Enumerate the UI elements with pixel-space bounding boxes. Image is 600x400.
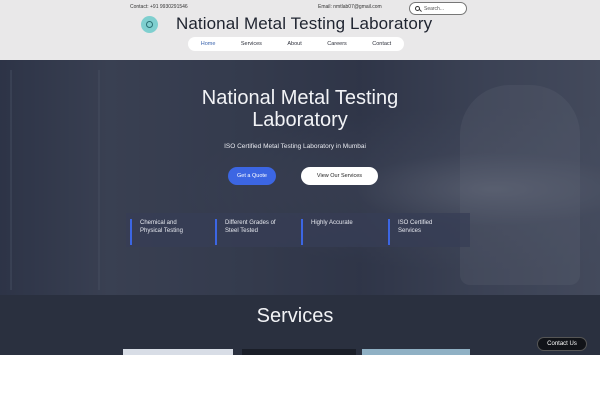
feature-line: Steel Tested (225, 228, 258, 234)
logo-mark (146, 21, 153, 28)
site-header: Contact: +91 9930291546 Email: nmtlab07@… (0, 0, 600, 60)
main-nav: Home Services About Careers Contact (188, 37, 404, 51)
feature-line: Chemical and (140, 220, 177, 226)
service-card-image[interactable] (242, 349, 356, 355)
hero-title-line2: Laboratory (252, 109, 348, 131)
view-services-button[interactable]: View Our Services (301, 167, 378, 185)
hero-subtitle: ISO Certified Metal Testing Laboratory i… (224, 143, 366, 150)
contact-phone[interactable]: Contact: +91 9930291546 (130, 4, 188, 10)
logo-icon[interactable] (141, 16, 158, 33)
feature-item: Chemical and Physical Testing (130, 219, 183, 245)
hero-section: National Metal Testing Laboratory ISO Ce… (0, 60, 600, 295)
services-section: Services (0, 295, 600, 355)
feature-line: Services (398, 228, 422, 234)
search-icon (415, 6, 420, 11)
service-card-image[interactable] (123, 349, 233, 355)
services-heading: Services (256, 305, 334, 327)
nav-item-services[interactable]: Services (237, 40, 266, 48)
get-quote-button[interactable]: Get a Quote (228, 167, 276, 185)
nav-item-home[interactable]: Home (197, 40, 220, 48)
hero-title-line1: National Metal Testing (201, 87, 399, 109)
feature-line: Highly Accurate (311, 220, 353, 226)
feature-item: Different Grades of Steel Tested (215, 219, 276, 245)
service-card-image[interactable] (362, 349, 470, 355)
contact-email[interactable]: Email: nmtlab07@gmail.com (318, 4, 382, 10)
feature-line: ISO Certified (398, 220, 433, 226)
nav-item-about[interactable]: About (283, 40, 305, 48)
feature-line: Different Grades of (225, 220, 276, 226)
search-input[interactable]: Search... (424, 6, 444, 12)
nav-item-careers[interactable]: Careers (323, 40, 351, 48)
feature-item: Highly Accurate (301, 219, 353, 245)
site-title: National Metal Testing Laboratory (176, 14, 433, 33)
nav-item-contact[interactable]: Contact (368, 40, 395, 48)
contact-us-chat-button[interactable]: Contact Us (537, 337, 587, 351)
feature-line: Physical Testing (140, 228, 183, 234)
hero-title: National Metal Testing Laboratory (0, 87, 600, 131)
feature-strip: Chemical and Physical Testing Different … (126, 213, 470, 247)
feature-item: ISO Certified Services (388, 219, 432, 245)
